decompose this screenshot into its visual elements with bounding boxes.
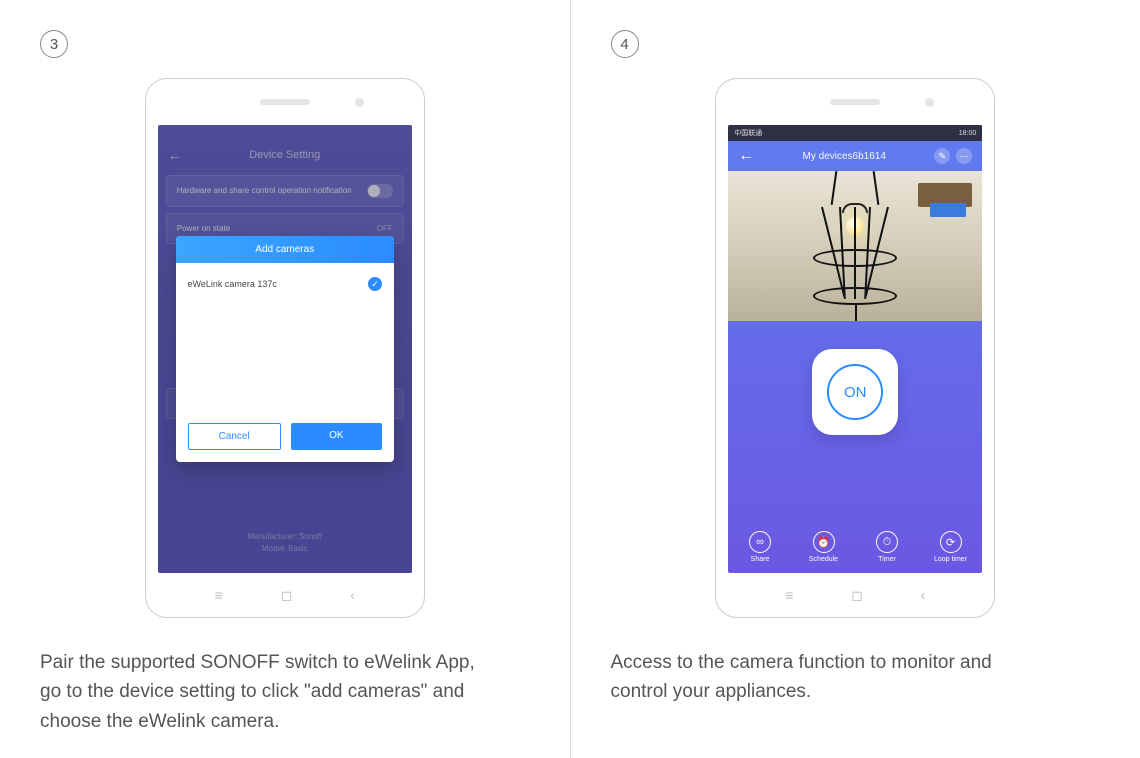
tab-schedule[interactable]: ⏰ Schedule (792, 531, 856, 563)
modal-overlay: Add cameras eWeLink camera 137c ✓ Cancel (158, 125, 412, 573)
speaker (830, 99, 880, 105)
screen-3: ← Device Setting Hardware and share cont… (158, 125, 412, 573)
phone-3: ← Device Setting Hardware and share cont… (145, 78, 425, 618)
modal-body: eWeLink camera 137c ✓ (176, 263, 394, 413)
ok-button[interactable]: OK (291, 423, 382, 450)
more-icon[interactable]: ⋯ (956, 148, 972, 164)
instruction-container: 3 ← Device Setting (0, 0, 1140, 758)
android-nav-3: ≡ ◻ ‹ (146, 573, 424, 617)
tab-loop-label: Loop timer (934, 556, 967, 563)
cancel-button[interactable]: Cancel (188, 423, 281, 450)
phone-top-3 (146, 79, 424, 125)
edit-icon[interactable]: ✎ (934, 148, 950, 164)
power-label: ON (827, 364, 883, 420)
phone-top-4 (716, 79, 994, 125)
status-bar: 中国联通 18:00 (728, 125, 982, 141)
power-button-wrap: ON (728, 349, 982, 435)
front-camera (355, 98, 364, 107)
feed-scene-box (930, 203, 966, 217)
tab-share[interactable]: ∞ Share (728, 531, 792, 563)
back-nav-icon[interactable]: ‹ (921, 587, 926, 603)
tab-loop-timer[interactable]: ⟳ Loop timer (919, 531, 983, 563)
recent-apps-icon[interactable]: ≡ (215, 587, 223, 603)
step-4-badge: 4 (611, 30, 639, 58)
side-button-1 (994, 199, 995, 254)
header-actions: ✎ ⋯ (934, 148, 972, 164)
power-button[interactable]: ON (812, 349, 898, 435)
step-4-panel: 4 中国联通 18:00 ← (571, 0, 1140, 758)
camera-feed[interactable] (728, 171, 982, 321)
step-4-caption: Access to the camera function to monitor… (611, 648, 1051, 707)
side-button-2 (994, 264, 995, 334)
modal-title: Add cameras (176, 236, 394, 263)
step-3-panel: 3 ← Device Setting (0, 0, 570, 758)
status-time: 18:00 (959, 130, 977, 137)
phone-wrap-4: 中国联通 18:00 ← My devices6b1614 ✎ ⋯ (611, 78, 1101, 618)
recent-apps-icon[interactable]: ≡ (785, 587, 793, 603)
camera-option-row[interactable]: eWeLink camera 137c ✓ (188, 273, 382, 295)
screen-4: 中国联通 18:00 ← My devices6b1614 ✎ ⋯ (728, 125, 982, 573)
screen-header: ← My devices6b1614 ✎ ⋯ (728, 141, 982, 171)
android-nav-4: ≡ ◻ ‹ (716, 573, 994, 617)
check-icon: ✓ (368, 277, 382, 291)
home-icon[interactable]: ◻ (281, 587, 293, 604)
device-title: My devices6b1614 (754, 151, 934, 162)
device-setting-screen: ← Device Setting Hardware and share cont… (158, 125, 412, 573)
side-button-1 (424, 199, 425, 254)
bottom-tabs: ∞ Share ⏰ Schedule ⏱ Timer (728, 531, 982, 563)
camera-name: eWeLink camera 137c (188, 279, 277, 289)
step-3-badge: 3 (40, 30, 68, 58)
back-icon[interactable]: ← (738, 147, 754, 165)
tab-timer[interactable]: ⏱ Timer (855, 531, 919, 563)
home-icon[interactable]: ◻ (851, 587, 863, 604)
device-control-screen: 中国联通 18:00 ← My devices6b1614 ✎ ⋯ (728, 125, 982, 573)
tab-timer-label: Timer (878, 556, 896, 563)
loop-icon: ⟳ (940, 531, 962, 553)
step-3-caption: Pair the supported SONOFF switch to eWel… (40, 648, 480, 736)
carrier-text: 中国联通 (734, 128, 762, 138)
share-icon: ∞ (749, 531, 771, 553)
speaker (260, 99, 310, 105)
phone-wrap-3: ← Device Setting Hardware and share cont… (40, 78, 530, 618)
timer-icon: ⏱ (876, 531, 898, 553)
modal-footer: Cancel OK (176, 413, 394, 462)
add-cameras-modal: Add cameras eWeLink camera 137c ✓ Cancel (176, 236, 394, 462)
schedule-icon: ⏰ (813, 531, 835, 553)
phone-4: 中国联通 18:00 ← My devices6b1614 ✎ ⋯ (715, 78, 995, 618)
back-nav-icon[interactable]: ‹ (350, 587, 355, 603)
tab-schedule-label: Schedule (809, 556, 838, 563)
feed-scene-lamp (815, 185, 895, 305)
tab-share-label: Share (751, 556, 770, 563)
front-camera (925, 98, 934, 107)
side-button-2 (424, 264, 425, 334)
